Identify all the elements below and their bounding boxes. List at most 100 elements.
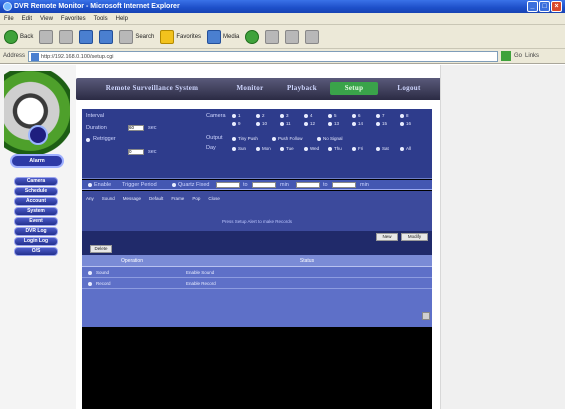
camera-radio[interactable] [304,122,308,126]
back-button[interactable]: Back [4,29,33,44]
camera-radio[interactable] [328,122,332,126]
print-icon[interactable] [285,29,300,44]
retrigger-input[interactable]: 0 [128,149,144,155]
minimize-button[interactable]: _ [527,1,538,12]
close-button[interactable]: × [551,1,562,12]
sidebar-item-account[interactable]: Account [14,197,58,206]
history-icon[interactable] [245,29,260,44]
tab-playback[interactable]: Playback [278,82,326,95]
interval-label: Interval [86,113,105,119]
schedule-radio[interactable] [172,183,176,187]
day-radio[interactable] [304,147,308,151]
go-arrow-icon[interactable] [501,51,512,61]
retrigger-checkbox[interactable] [86,138,90,142]
tab-logout[interactable]: Logout [382,82,436,95]
menu-bar: File Edit View Favorites Tools Help [0,13,565,25]
start-min-input[interactable] [296,182,320,188]
column-header-status: Status [299,258,315,264]
sidebar-item-dvr-log[interactable]: DVR Log [14,227,58,236]
enable-checkbox[interactable] [88,183,92,187]
modify-button[interactable]: Modify [401,233,428,241]
menu-help[interactable]: Help [116,13,128,24]
address-input[interactable]: http://192.168.0.100/setup.cgi [28,50,499,62]
day-radio[interactable] [352,147,356,151]
tab-monitor[interactable]: Monitor [226,82,274,95]
sidebar-item-schedule[interactable]: Schedule [14,187,58,196]
menu-file[interactable]: File [4,13,14,24]
favorites-button[interactable]: Favorites [160,29,201,44]
start-hour-input[interactable] [216,182,240,188]
option-default[interactable]: Default [149,196,163,201]
camera-radio[interactable] [400,122,404,126]
delete-button[interactable]: Delete [90,245,112,253]
stop-icon[interactable] [59,29,74,44]
camera-radio[interactable] [280,114,284,118]
sidebar-item-event[interactable]: Event [14,217,58,226]
mail-icon[interactable] [265,29,280,44]
camera-option-label: 6 [358,113,361,118]
duration-input[interactable]: 60 [128,125,144,131]
camera-radio[interactable] [352,114,356,118]
sidebar-item-camera[interactable]: Camera [14,177,58,186]
option-any[interactable]: Any [86,196,94,201]
output-radio-3[interactable] [317,137,321,141]
option-pop[interactable]: Pop [192,196,200,201]
day-radio[interactable] [328,147,332,151]
menu-favorites[interactable]: Favorites [61,13,86,24]
edit-icon[interactable] [305,29,320,44]
option-frame[interactable]: Frame [171,196,184,201]
option-close[interactable]: Close [208,196,220,201]
camera-radio[interactable] [256,114,260,118]
day-radio[interactable] [280,147,284,151]
menu-edit[interactable]: Edit [22,13,32,24]
forward-arrow-icon[interactable] [39,29,54,44]
sidebar-item-system[interactable]: System [14,207,58,216]
home-icon[interactable] [99,29,114,44]
links-button[interactable]: Links [525,53,539,59]
output-radio-1[interactable] [232,137,236,141]
day-radio[interactable] [400,147,404,151]
refresh-icon[interactable] [79,29,94,44]
camera-radio[interactable] [256,122,260,126]
scroll-corner-icon[interactable] [422,312,430,320]
search-button[interactable]: Search [119,29,154,44]
camera-radio[interactable] [304,114,308,118]
duration-value: 60 [129,125,135,130]
table-row[interactable]: Sound Enable Sound [82,268,432,278]
camera-radio[interactable] [232,114,236,118]
row-select-radio[interactable] [88,282,92,286]
output-radio-2[interactable] [272,137,276,141]
camera-radio[interactable] [280,122,284,126]
day-radio[interactable] [232,147,236,151]
camera-radio[interactable] [232,122,236,126]
end-hour-input[interactable] [252,182,276,188]
menu-tools[interactable]: Tools [94,13,108,24]
camera-radio[interactable] [328,114,332,118]
tab-remote-surveillance-system[interactable]: Remote Surveillance System [82,82,222,95]
camera-radio[interactable] [352,122,356,126]
day-radio[interactable] [256,147,260,151]
table-header: Operation Status [82,255,432,267]
day-radio[interactable] [376,147,380,151]
tab-setup[interactable]: Setup [330,82,378,95]
end-min-input[interactable] [332,182,356,188]
table-row[interactable]: Record Enable Record [82,279,432,289]
camera-radio[interactable] [400,114,404,118]
option-message[interactable]: Message [123,196,141,201]
menu-view[interactable]: View [40,13,53,24]
maximize-button[interactable]: □ [539,1,550,12]
action-bar: New Modify Delete [82,231,432,255]
camera-radio[interactable] [376,114,380,118]
new-button[interactable]: New [376,233,398,241]
row-status: Enable Record [186,281,216,286]
row-select-radio[interactable] [88,271,92,275]
star-icon [160,29,175,44]
sidebar-item-alarm[interactable]: Alarm [10,154,64,168]
address-bar: Address http://192.168.0.100/setup.cgi G… [0,49,565,64]
option-sound[interactable]: Sound [102,196,115,201]
camera-radio[interactable] [376,122,380,126]
sidebar-item-login-log[interactable]: Login Log [14,237,58,246]
media-button[interactable]: Media [207,29,239,44]
sidebar-item-os[interactable]: O/S [14,247,58,256]
go-button[interactable]: Go [514,53,522,59]
